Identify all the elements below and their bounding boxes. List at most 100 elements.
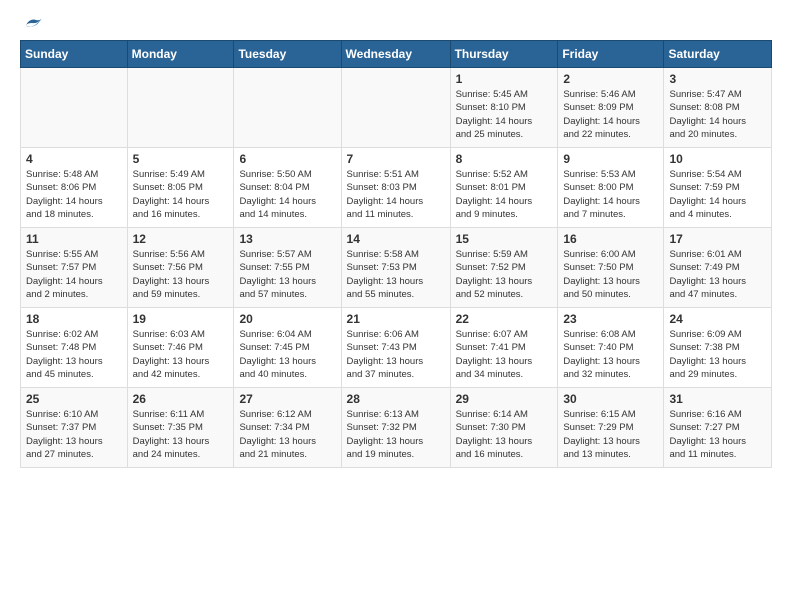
day-number: 4 [26, 152, 122, 166]
day-info: Sunrise: 6:16 AM Sunset: 7:27 PM Dayligh… [669, 408, 766, 461]
day-number: 24 [669, 312, 766, 326]
calendar-header-friday: Friday [558, 41, 664, 68]
calendar-cell: 12 Sunrise: 5:56 AM Sunset: 7:56 PM Dayli… [127, 228, 234, 308]
day-number: 2 [563, 72, 658, 86]
calendar-cell: 28Sunrise: 6:13 AM Sunset: 7:32 PM Dayli… [341, 388, 450, 468]
day-info: Sunrise: 5:55 AM Sunset: 7:57 PM Dayligh… [26, 248, 122, 301]
day-number: 25 [26, 392, 122, 406]
day-number: 31 [669, 392, 766, 406]
day-info: Sunrise: 6:01 AM Sunset: 7:49 PM Dayligh… [669, 248, 766, 301]
logo [20, 16, 44, 30]
day-number: 13 [239, 232, 335, 246]
calendar-week-row: 11 Sunrise: 5:55 AM Sunset: 7:57 PM Dayli… [21, 228, 772, 308]
calendar-cell: 24 Sunrise: 6:09 AM Sunset: 7:38 PM Dayli… [664, 308, 772, 388]
calendar-header-monday: Monday [127, 41, 234, 68]
day-number: 15 [456, 232, 553, 246]
calendar-week-row: 1 Sunrise: 5:45 AM Sunset: 8:10 PM Daylig… [21, 68, 772, 148]
calendar-cell: 26 Sunrise: 6:11 AM Sunset: 7:35 PM Dayli… [127, 388, 234, 468]
day-info: Sunrise: 5:50 AM Sunset: 8:04 PM Dayligh… [239, 168, 335, 221]
day-info: Sunrise: 6:06 AM Sunset: 7:43 PM Dayligh… [347, 328, 445, 381]
calendar-cell: 23Sunrise: 6:08 AM Sunset: 7:40 PM Dayli… [558, 308, 664, 388]
calendar-cell: 30 Sunrise: 6:15 AM Sunset: 7:29 PM Dayli… [558, 388, 664, 468]
calendar-cell: 3 Sunrise: 5:47 AM Sunset: 8:08 PM Daylig… [664, 68, 772, 148]
day-number: 7 [347, 152, 445, 166]
day-info: Sunrise: 5:45 AM Sunset: 8:10 PM Dayligh… [456, 88, 553, 141]
calendar-header-sunday: Sunday [21, 41, 128, 68]
calendar-cell: 9 Sunrise: 5:53 AM Sunset: 8:00 PM Daylig… [558, 148, 664, 228]
day-number: 9 [563, 152, 658, 166]
day-info: Sunrise: 6:12 AM Sunset: 7:34 PM Dayligh… [239, 408, 335, 461]
day-info: Sunrise: 5:56 AM Sunset: 7:56 PM Dayligh… [133, 248, 229, 301]
day-number: 1 [456, 72, 553, 86]
day-info: Sunrise: 6:11 AM Sunset: 7:35 PM Dayligh… [133, 408, 229, 461]
calendar-cell: 6 Sunrise: 5:50 AM Sunset: 8:04 PM Daylig… [234, 148, 341, 228]
calendar-cell: 4 Sunrise: 5:48 AM Sunset: 8:06 PM Daylig… [21, 148, 128, 228]
day-number: 20 [239, 312, 335, 326]
calendar-week-row: 4 Sunrise: 5:48 AM Sunset: 8:06 PM Daylig… [21, 148, 772, 228]
calendar-cell [127, 68, 234, 148]
day-info: Sunrise: 5:46 AM Sunset: 8:09 PM Dayligh… [563, 88, 658, 141]
calendar-cell: 29Sunrise: 6:14 AM Sunset: 7:30 PM Dayli… [450, 388, 558, 468]
calendar-header-wednesday: Wednesday [341, 41, 450, 68]
day-info: Sunrise: 6:07 AM Sunset: 7:41 PM Dayligh… [456, 328, 553, 381]
calendar-cell: 7 Sunrise: 5:51 AM Sunset: 8:03 PM Daylig… [341, 148, 450, 228]
day-number: 3 [669, 72, 766, 86]
day-info: Sunrise: 6:08 AM Sunset: 7:40 PM Dayligh… [563, 328, 658, 381]
calendar-cell: 8Sunrise: 5:52 AM Sunset: 8:01 PM Daylig… [450, 148, 558, 228]
day-info: Sunrise: 6:13 AM Sunset: 7:32 PM Dayligh… [347, 408, 445, 461]
calendar-cell: 14 Sunrise: 5:58 AM Sunset: 7:53 PM Dayli… [341, 228, 450, 308]
calendar-cell: 27 Sunrise: 6:12 AM Sunset: 7:34 PM Dayli… [234, 388, 341, 468]
day-info: Sunrise: 5:47 AM Sunset: 8:08 PM Dayligh… [669, 88, 766, 141]
day-info: Sunrise: 5:53 AM Sunset: 8:00 PM Dayligh… [563, 168, 658, 221]
calendar-cell: 5Sunrise: 5:49 AM Sunset: 8:05 PM Daylig… [127, 148, 234, 228]
day-info: Sunrise: 6:09 AM Sunset: 7:38 PM Dayligh… [669, 328, 766, 381]
day-number: 11 [26, 232, 122, 246]
logo-bird-icon [22, 16, 44, 34]
calendar-cell: 16Sunrise: 6:00 AM Sunset: 7:50 PM Dayli… [558, 228, 664, 308]
day-number: 17 [669, 232, 766, 246]
day-info: Sunrise: 6:02 AM Sunset: 7:48 PM Dayligh… [26, 328, 122, 381]
calendar-cell: 25 Sunrise: 6:10 AM Sunset: 7:37 PM Dayli… [21, 388, 128, 468]
calendar-table: SundayMondayTuesdayWednesdayThursdayFrid… [20, 40, 772, 468]
calendar-cell: 20 Sunrise: 6:04 AM Sunset: 7:45 PM Dayli… [234, 308, 341, 388]
day-number: 12 [133, 232, 229, 246]
calendar-cell: 17 Sunrise: 6:01 AM Sunset: 7:49 PM Dayli… [664, 228, 772, 308]
day-info: Sunrise: 6:14 AM Sunset: 7:30 PM Dayligh… [456, 408, 553, 461]
day-info: Sunrise: 6:15 AM Sunset: 7:29 PM Dayligh… [563, 408, 658, 461]
day-info: Sunrise: 5:48 AM Sunset: 8:06 PM Dayligh… [26, 168, 122, 221]
calendar-cell: 10 Sunrise: 5:54 AM Sunset: 7:59 PM Dayli… [664, 148, 772, 228]
day-number: 18 [26, 312, 122, 326]
calendar-cell [234, 68, 341, 148]
day-info: Sunrise: 5:51 AM Sunset: 8:03 PM Dayligh… [347, 168, 445, 221]
day-info: Sunrise: 5:58 AM Sunset: 7:53 PM Dayligh… [347, 248, 445, 301]
day-number: 16 [563, 232, 658, 246]
calendar-header-saturday: Saturday [664, 41, 772, 68]
calendar-cell [341, 68, 450, 148]
calendar-cell: 31 Sunrise: 6:16 AM Sunset: 7:27 PM Dayli… [664, 388, 772, 468]
calendar-header-row: SundayMondayTuesdayWednesdayThursdayFrid… [21, 41, 772, 68]
calendar-cell [21, 68, 128, 148]
calendar-cell: 1 Sunrise: 5:45 AM Sunset: 8:10 PM Daylig… [450, 68, 558, 148]
day-number: 22 [456, 312, 553, 326]
header [20, 16, 772, 30]
day-info: Sunrise: 5:59 AM Sunset: 7:52 PM Dayligh… [456, 248, 553, 301]
calendar-week-row: 25 Sunrise: 6:10 AM Sunset: 7:37 PM Dayli… [21, 388, 772, 468]
day-number: 27 [239, 392, 335, 406]
calendar-cell: 18 Sunrise: 6:02 AM Sunset: 7:48 PM Dayli… [21, 308, 128, 388]
calendar-cell: 13Sunrise: 5:57 AM Sunset: 7:55 PM Dayli… [234, 228, 341, 308]
day-number: 30 [563, 392, 658, 406]
day-number: 26 [133, 392, 229, 406]
calendar-header-tuesday: Tuesday [234, 41, 341, 68]
calendar-week-row: 18 Sunrise: 6:02 AM Sunset: 7:48 PM Dayli… [21, 308, 772, 388]
day-info: Sunrise: 6:10 AM Sunset: 7:37 PM Dayligh… [26, 408, 122, 461]
day-info: Sunrise: 5:54 AM Sunset: 7:59 PM Dayligh… [669, 168, 766, 221]
calendar-cell: 21Sunrise: 6:06 AM Sunset: 7:43 PM Dayli… [341, 308, 450, 388]
day-number: 14 [347, 232, 445, 246]
calendar-header-thursday: Thursday [450, 41, 558, 68]
day-info: Sunrise: 6:04 AM Sunset: 7:45 PM Dayligh… [239, 328, 335, 381]
day-number: 6 [239, 152, 335, 166]
day-number: 19 [133, 312, 229, 326]
day-info: Sunrise: 6:03 AM Sunset: 7:46 PM Dayligh… [133, 328, 229, 381]
calendar-cell: 2 Sunrise: 5:46 AM Sunset: 8:09 PM Daylig… [558, 68, 664, 148]
day-number: 10 [669, 152, 766, 166]
